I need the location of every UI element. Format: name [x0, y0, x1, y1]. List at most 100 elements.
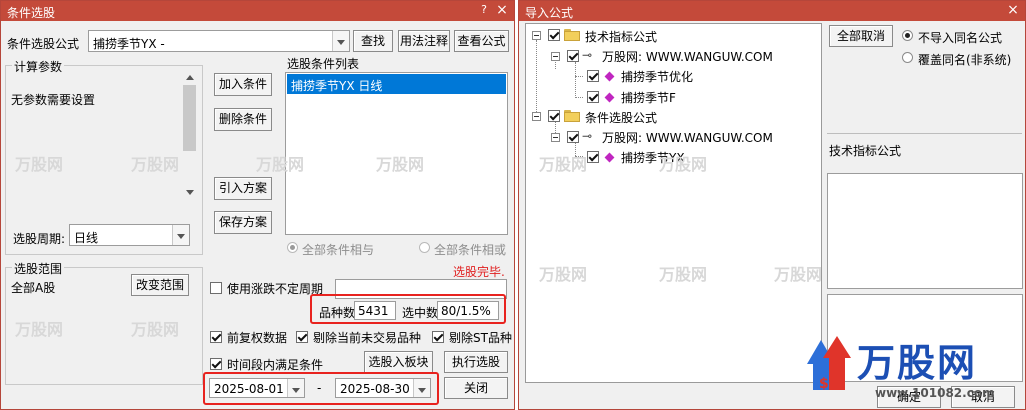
pre-adjust-checkbox[interactable]	[210, 331, 222, 343]
tree-item-label[interactable]: 捕捞季节优化	[621, 68, 693, 85]
tree-checkbox[interactable]	[587, 91, 599, 103]
tree-checkbox[interactable]	[567, 131, 579, 143]
window-title: 导入公式	[525, 6, 574, 20]
watermark-logo: 万股网	[131, 155, 180, 174]
tree-checkbox[interactable]	[548, 110, 560, 122]
help-icon[interactable]: ?	[476, 2, 492, 18]
delete-condition-button[interactable]: 删除条件	[214, 108, 272, 131]
pre-adjust-label: 前复权数据	[227, 331, 288, 345]
window-title: 条件选股	[7, 6, 56, 20]
tree-line	[575, 97, 583, 98]
brand-logo: $ 万股网 www.101082.com	[805, 330, 1020, 408]
params-scrollbar[interactable]	[182, 71, 197, 201]
remove-st-checkbox[interactable]	[432, 331, 444, 343]
formula-select-value: 捕捞季节YX -	[93, 37, 165, 51]
condition-list-item[interactable]: 捕捞季节YX 日线	[287, 74, 506, 94]
watermark-logo: 万股网	[15, 155, 64, 174]
radio-no-import[interactable]	[902, 30, 913, 41]
find-button[interactable]: 查找	[353, 30, 393, 52]
condition-list-title: 选股条件列表	[287, 57, 360, 71]
collapse-icon[interactable]	[551, 133, 560, 142]
condition-item-label: 捕捞季节YX 日线	[291, 79, 383, 93]
calc-params-title: 计算参数	[12, 58, 65, 75]
range-value: 全部A股	[11, 281, 56, 295]
radio-all-or[interactable]	[419, 242, 430, 253]
formula-tree[interactable]: 技术指标公式 ⊸ 万股网: WWW.WANGUW.COM 捕捞季节优化 捕捞季节…	[525, 23, 822, 383]
tree-checkbox[interactable]	[587, 151, 599, 163]
watermark-logo: 万股网	[774, 265, 823, 284]
watermark-logo: 万股网	[256, 155, 305, 174]
add-to-board-button[interactable]: 选股入板块	[364, 351, 433, 373]
variable-period-label: 使用涨跌不定周期	[227, 282, 324, 296]
close-icon[interactable]: ×	[1005, 2, 1021, 18]
watermark-logo: 万股网	[659, 265, 708, 284]
period-satisfy-checkbox[interactable]	[210, 358, 222, 370]
info-panel-top	[827, 173, 1023, 289]
watermark-logo: 万股网	[539, 155, 588, 174]
remove-untraded-label: 剔除当前未交易品种	[313, 331, 422, 345]
change-range-button[interactable]: 改变范围	[131, 274, 189, 296]
run-selection-button[interactable]: 执行选股	[444, 351, 508, 373]
formula-select[interactable]: 捕捞季节YX -	[88, 30, 350, 52]
chevron-down-icon[interactable]	[332, 31, 349, 51]
close-button[interactable]: 关闭	[444, 377, 508, 399]
tree-source-label[interactable]: 万股网: WWW.WANGUW.COM	[602, 48, 773, 65]
import-scheme-button[interactable]: 引入方案	[214, 177, 272, 200]
collapse-icon[interactable]	[551, 52, 560, 61]
collapse-icon[interactable]	[532, 112, 541, 121]
add-condition-button[interactable]: 加入条件	[214, 73, 272, 96]
tree-source-label[interactable]: 万股网: WWW.WANGUW.COM	[602, 129, 773, 146]
close-icon[interactable]: ×	[494, 2, 510, 18]
watermark-logo: 万股网	[376, 155, 425, 174]
watermark-logo: 万股网	[15, 320, 64, 339]
watermark-logo: 万股网	[131, 320, 180, 339]
status-text: 选股完毕.	[453, 265, 505, 279]
info-divider	[827, 133, 1022, 134]
tree-line	[536, 40, 537, 120]
formula-label: 条件选股公式	[7, 37, 80, 51]
logo-text: 万股网	[857, 341, 978, 385]
save-scheme-button[interactable]: 保存方案	[214, 211, 272, 234]
tree-group-label[interactable]: 技术指标公式	[585, 28, 657, 45]
tree-checkbox[interactable]	[567, 50, 579, 62]
scroll-down-icon[interactable]	[186, 190, 194, 195]
period-select[interactable]: 日线	[69, 224, 190, 246]
period-select-value: 日线	[74, 231, 99, 245]
radio-overwrite-label: 覆盖同名(非系统)	[918, 53, 1012, 67]
radio-no-import-label: 不导入同名公式	[918, 31, 1003, 45]
cancel-all-button[interactable]: 全部取消	[829, 25, 893, 47]
arrow-logo-icon: $	[807, 336, 851, 392]
radio-overwrite[interactable]	[902, 52, 913, 63]
key-icon: ⊸	[582, 48, 593, 62]
title-bar: 导入公式 ×	[519, 1, 1025, 21]
variable-period-checkbox[interactable]	[210, 282, 222, 294]
watermark-logo: 万股网	[659, 155, 708, 174]
tree-checkbox[interactable]	[548, 29, 560, 41]
radio-all-and-label: 全部条件相与	[302, 243, 375, 257]
range-title: 选股范围	[12, 260, 65, 277]
period-label: 选股周期:	[13, 232, 66, 246]
info-title: 技术指标公式	[829, 144, 902, 158]
scroll-thumb[interactable]	[183, 85, 196, 151]
watermark-logo: 万股网	[539, 265, 588, 284]
view-formula-button[interactable]: 查看公式	[454, 30, 509, 52]
formula-icon	[604, 152, 615, 163]
radio-all-or-label: 全部条件相或	[434, 243, 507, 257]
highlight-box	[310, 294, 506, 324]
tree-checkbox[interactable]	[587, 70, 599, 82]
tree-line	[575, 62, 576, 98]
tree-group-label[interactable]: 条件选股公式	[585, 109, 657, 126]
folder-icon	[564, 110, 580, 122]
usage-button[interactable]: 用法注释	[398, 30, 450, 52]
period-satisfy-label: 时间段内满足条件	[227, 358, 324, 372]
date-highlight-box	[203, 372, 439, 405]
remove-untraded-checkbox[interactable]	[296, 331, 308, 343]
scroll-up-icon[interactable]	[186, 75, 194, 80]
collapse-icon[interactable]	[532, 31, 541, 40]
chevron-down-icon[interactable]	[172, 225, 189, 245]
no-params-text: 无参数需要设置	[11, 93, 96, 107]
tree-item-label[interactable]: 捕捞季节F	[621, 89, 676, 106]
remove-st-label: 剔除ST品种	[449, 331, 512, 345]
folder-icon	[564, 29, 580, 41]
radio-all-and[interactable]	[287, 242, 298, 253]
